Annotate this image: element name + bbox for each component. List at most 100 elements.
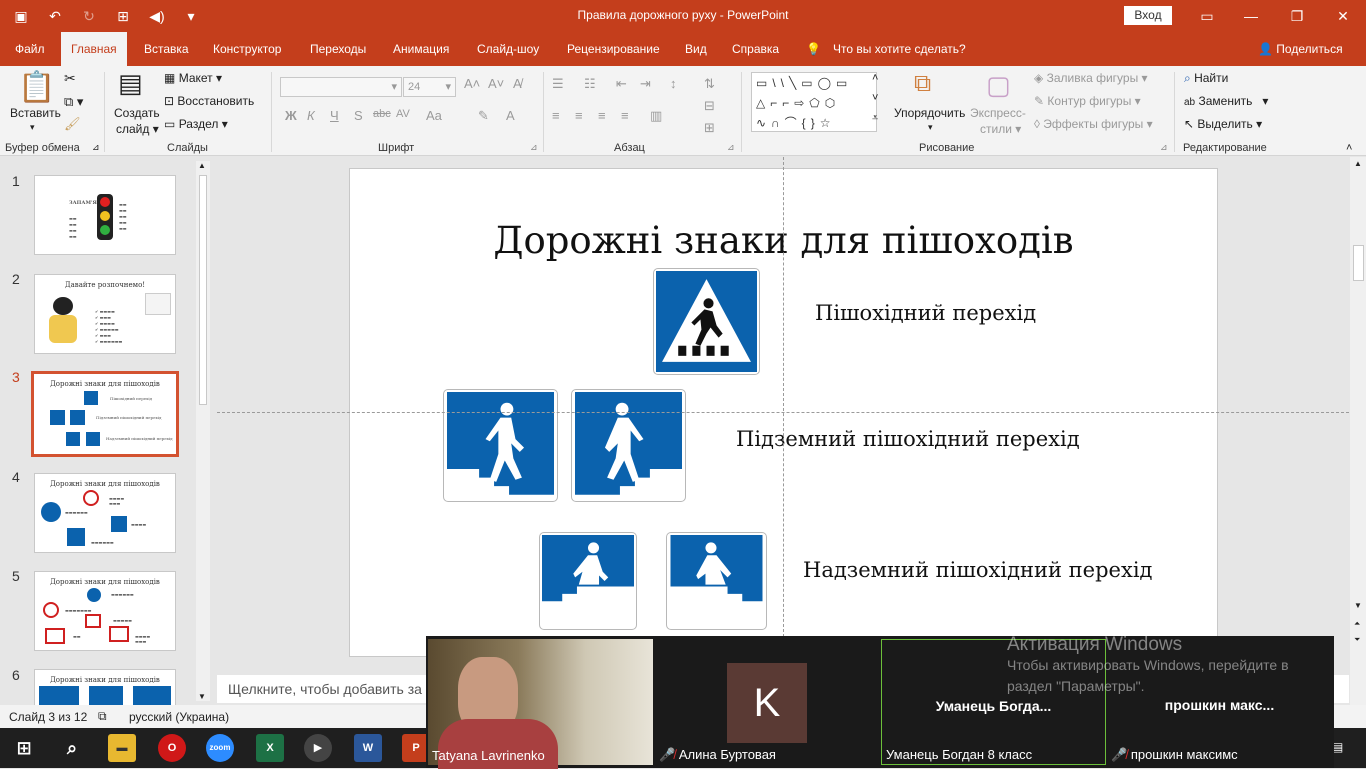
thumbnails-scrollbar[interactable]: ▲ ▼	[196, 161, 210, 701]
numbering-icon[interactable]: ☷	[584, 76, 596, 92]
bold-button[interactable]: Ж	[285, 108, 297, 123]
participant-tile-2[interactable]: K 🎤̸ Алина Буртовая	[655, 639, 880, 765]
font-size-combo[interactable]: 24 ▾	[403, 77, 456, 97]
quick-styles-icon[interactable]: ▢	[986, 70, 1011, 101]
shrink-font-icon[interactable]: A˅	[488, 76, 504, 91]
slide-thumbnail-4[interactable]: Дорожні знаки для пішоходів ▬▬▬▬ ▬▬▬ ▬▬▬▬…	[34, 473, 176, 553]
language-indicator[interactable]: русский (Украина)	[129, 710, 229, 724]
spellcheck-icon[interactable]: ⧉	[98, 709, 107, 724]
paragraph-launcher-icon[interactable]: ⊿	[727, 142, 735, 153]
select-button[interactable]: ↖ Выделить ▾	[1184, 117, 1262, 131]
section-button[interactable]: ▭ Раздел ▾	[164, 117, 228, 131]
pedestrian-crossing-label[interactable]: Пішохідний перехід	[815, 301, 1036, 325]
justify-icon[interactable]: ≡	[621, 108, 629, 123]
underpass-label[interactable]: Підземний пішохідний перехід	[736, 427, 1080, 451]
paste-icon[interactable]: 📋	[18, 70, 55, 105]
share-button[interactable]: 👤 Поделиться	[1258, 32, 1343, 66]
overpass-sign-2[interactable]	[666, 532, 767, 630]
participant-tile-1[interactable]: Tatyana Lavrinenko	[428, 639, 653, 769]
tab-slideshow[interactable]: Слайд-шоу	[477, 32, 539, 66]
arrange-dropdown-icon[interactable]: ▾	[928, 122, 933, 133]
change-case-button[interactable]: Aa	[426, 108, 442, 123]
shadow-button[interactable]: S	[354, 108, 363, 123]
minimize-button[interactable]: —	[1228, 0, 1274, 32]
cut-icon[interactable]: ✂	[64, 70, 76, 87]
increase-indent-icon[interactable]: ⇥	[640, 76, 651, 92]
sign-in-button[interactable]: Вход	[1124, 6, 1172, 25]
tab-view[interactable]: Вид	[685, 32, 707, 66]
align-text-icon[interactable]: ⊟	[704, 98, 715, 114]
drawing-launcher-icon[interactable]: ⊿	[1160, 142, 1168, 153]
new-slide-button[interactable]: Создать	[114, 106, 160, 120]
clear-format-icon[interactable]: A̸	[513, 76, 522, 91]
slide-thumbnail-3[interactable]: Дорожні знаки для пішоходів Пішохідний п…	[31, 371, 179, 457]
copy-icon[interactable]: ⧉ ▾	[64, 94, 83, 110]
tab-review[interactable]: Рецензирование	[567, 32, 660, 66]
slide-thumbnail-6[interactable]: Дорожні знаки для пішоходів	[34, 669, 176, 705]
file-explorer-icon[interactable]: ▬	[108, 734, 136, 762]
paste-button[interactable]: Вставить	[10, 106, 61, 120]
slide-thumbnail-5[interactable]: Дорожні знаки для пішоходів ▬▬▬▬▬▬ ▬▬▬▬▬…	[34, 571, 176, 651]
grow-font-icon[interactable]: A˄	[464, 76, 480, 91]
scroll-down-icon[interactable]: ▼	[198, 692, 206, 701]
replace-button[interactable]: ab Заменить ▾	[1184, 94, 1268, 108]
editor-scrollbar[interactable]: ▲ ▼ ⏶ ⏷	[1350, 157, 1366, 705]
align-center-icon[interactable]: ≡	[575, 108, 583, 123]
overpass-sign-1[interactable]	[539, 532, 637, 630]
text-direction-icon[interactable]: ⇅	[704, 76, 715, 92]
underpass-sign-2[interactable]	[571, 389, 686, 502]
slide-thumbnail-2[interactable]: Давайте розпочнемо! ✔ ▬▬▬▬ ✔ ▬▬▬ ✔ ▬▬▬▬ ✔ ▬…	[34, 274, 176, 354]
new-slide-button-2[interactable]: слайд ▾	[116, 122, 159, 136]
tab-animations[interactable]: Анимация	[393, 32, 449, 66]
shapes-gallery[interactable]: ▭\\╲▭◯▭ △⌐⌐⇨⬠⬡ ∿∩⌒{}☆	[751, 72, 877, 132]
quick-styles-button[interactable]: Экспресс-	[970, 106, 1026, 120]
tab-design[interactable]: Конструктор	[213, 32, 281, 66]
font-color-button[interactable]: A	[506, 108, 515, 123]
excel-icon[interactable]: X	[256, 734, 284, 762]
font-name-combo[interactable]: ▾	[280, 77, 402, 97]
thumbnails-scroll-thumb[interactable]	[199, 175, 207, 405]
media-player-icon[interactable]: ▶	[304, 734, 332, 762]
tab-help[interactable]: Справка	[732, 32, 779, 66]
columns-icon[interactable]: ▥	[650, 108, 662, 124]
gallery-more-icon[interactable]: ⩡	[872, 112, 878, 125]
editor-scroll-thumb[interactable]	[1353, 245, 1364, 281]
line-spacing-icon[interactable]: ↕	[670, 76, 677, 91]
highlight-icon[interactable]: ✎	[478, 108, 489, 124]
next-slide-icon[interactable]: ⏷	[1354, 635, 1360, 645]
font-launcher-icon[interactable]: ⊿	[530, 142, 538, 153]
tab-home[interactable]: Главная	[61, 32, 127, 66]
format-painter-icon[interactable]: 🖌	[64, 116, 81, 132]
smartart-icon[interactable]: ⊞	[704, 120, 715, 136]
underpass-sign-1[interactable]	[443, 389, 558, 502]
paste-dropdown-icon[interactable]: ▾	[30, 122, 35, 133]
collapse-ribbon-icon[interactable]: ˄	[1346, 142, 1352, 154]
tab-file[interactable]: Файл	[15, 32, 45, 66]
find-button[interactable]: ⌕ Найти	[1184, 71, 1228, 86]
underline-button[interactable]: Ч	[330, 108, 339, 123]
windows-start-icon[interactable]: ⊞	[10, 734, 38, 762]
scroll-down-icon[interactable]: ▼	[1354, 601, 1362, 610]
reset-button[interactable]: ⊡ Восстановить	[164, 94, 254, 108]
italic-button[interactable]: К	[307, 108, 315, 123]
pedestrian-crossing-sign[interactable]	[653, 268, 760, 375]
align-left-icon[interactable]: ≡	[552, 108, 560, 123]
tell-me-search[interactable]: Что вы хотите сделать?	[833, 32, 966, 66]
gallery-scroll-up-icon[interactable]: ˄	[872, 72, 878, 84]
word-icon[interactable]: W	[354, 734, 382, 762]
decrease-indent-icon[interactable]: ⇤	[616, 76, 627, 92]
gallery-scroll-down-icon[interactable]: ˅	[872, 92, 878, 104]
char-spacing-button[interactable]: AV	[396, 108, 410, 120]
layout-button[interactable]: ▦ Макет ▾	[164, 71, 222, 85]
scroll-up-icon[interactable]: ▲	[1354, 159, 1362, 168]
shape-outline-button[interactable]: ✎ Контур фигуры ▾	[1034, 94, 1141, 108]
bullets-icon[interactable]: ☰	[552, 76, 564, 92]
close-button[interactable]: ✕	[1320, 0, 1366, 32]
shape-effects-button[interactable]: ◊ Эффекты фигуры ▾	[1034, 117, 1153, 131]
tab-insert[interactable]: Вставка	[144, 32, 189, 66]
maximize-button[interactable]: ❐	[1274, 0, 1320, 32]
new-slide-icon[interactable]: ▤	[118, 68, 143, 99]
search-icon[interactable]: ⌕	[58, 734, 86, 762]
ribbon-display-icon[interactable]: ▭	[1184, 0, 1230, 32]
zoom-app-icon[interactable]: zoom	[206, 734, 234, 762]
